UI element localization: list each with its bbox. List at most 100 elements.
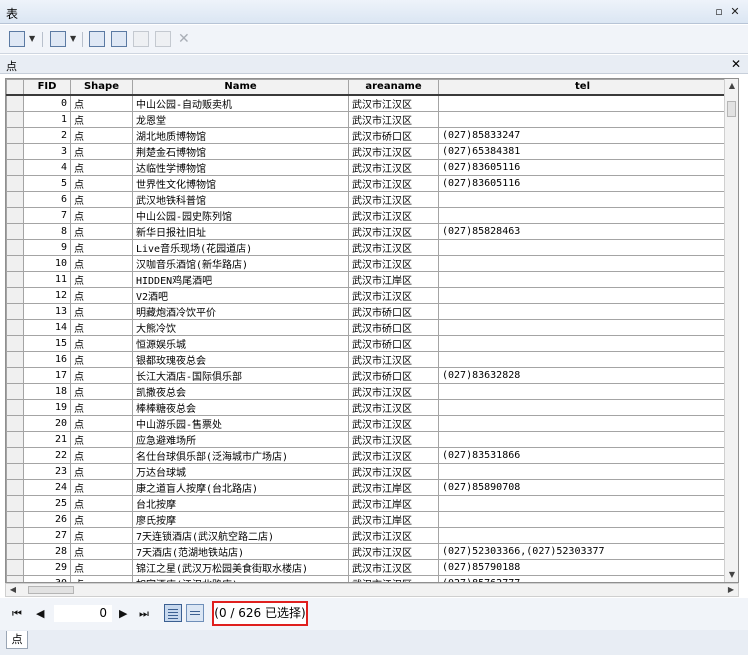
cell-tel[interactable] (438, 414, 727, 432)
cell-areaname[interactable]: 武汉市江汉区 (348, 238, 439, 256)
cell-tel[interactable] (438, 494, 727, 512)
cell-tel[interactable]: (027)83605116 (438, 174, 727, 192)
cell-shape[interactable]: 点 (70, 430, 133, 448)
table-row[interactable]: 18 点凯撒夜总会 武汉市江汉区 (6, 382, 727, 400)
table-row[interactable]: 30点如家酒店(江汉北路店)武汉市江汉区(027)85762777 (6, 574, 727, 582)
delete-selected-icon[interactable]: ✕ (178, 31, 190, 47)
cell-tel[interactable] (438, 206, 727, 224)
row-selector[interactable] (6, 318, 24, 336)
table-row[interactable]: 4 点达临性学博物馆 武汉市江汉区 (027)83605116 (6, 158, 727, 176)
table-row[interactable]: 1 点龙恩堂 武汉市江汉区 (6, 110, 727, 128)
scroll-left-icon[interactable]: ◀ (6, 584, 20, 596)
scroll-down-icon[interactable]: ▼ (725, 568, 738, 582)
cell-areaname[interactable]: 武汉市硚口区 (348, 126, 439, 144)
next-record-icon[interactable]: ▶ (119, 607, 127, 620)
cell-name[interactable]: 明藏炮酒冷饮平价 (132, 302, 349, 320)
row-selector[interactable] (6, 494, 24, 512)
cell-areaname[interactable]: 武汉市江汉区 (348, 206, 439, 224)
table-row[interactable]: 8 点新华日报社旧址 武汉市江汉区 (027)85828463 (6, 222, 727, 240)
scroll-up-icon[interactable]: ▲ (725, 79, 738, 93)
row-selector[interactable] (6, 222, 24, 240)
cell-fid[interactable]: 1 (23, 110, 71, 128)
cell-fid[interactable]: 8 (23, 222, 71, 240)
cell-areaname[interactable]: 武汉市江汉区 (348, 414, 439, 432)
select-by-attributes-icon[interactable] (89, 31, 105, 47)
cell-fid[interactable]: 25 (23, 494, 71, 512)
cell-tel[interactable] (438, 318, 727, 336)
row-selector[interactable] (6, 334, 24, 352)
cell-areaname[interactable]: 武汉市江岸区 (348, 494, 439, 512)
cell-name[interactable]: 湖北地质博物馆 (132, 126, 349, 144)
cell-tel[interactable]: (027)85762777 (438, 574, 727, 582)
restore-icon[interactable]: ▫ (713, 6, 725, 18)
vertical-scroll-thumb[interactable] (727, 101, 736, 117)
cell-tel[interactable] (438, 430, 727, 448)
table-row[interactable]: 6 点武汉地铁科普馆 武汉市江汉区 (6, 190, 727, 208)
column-header-shape[interactable]: Shape (70, 79, 133, 96)
cell-tel[interactable]: (027)83531866 (438, 446, 727, 464)
table-row[interactable]: 2 点湖北地质博物馆 武汉市硚口区 (027)85833247 (6, 126, 727, 144)
table-row[interactable]: 17 点长江大酒店-国际俱乐部 武汉市硚口区 (027)83632828 (6, 366, 727, 384)
cell-tel[interactable] (438, 190, 727, 208)
cell-name[interactable]: 7天酒店(范湖地铁站店) (132, 542, 349, 560)
cell-name[interactable]: 棒棒糖夜总会 (132, 398, 349, 416)
related-tables-icon[interactable] (50, 31, 66, 47)
cell-areaname[interactable]: 武汉市江汉区 (348, 446, 439, 464)
cell-areaname[interactable]: 武汉市江岸区 (348, 478, 439, 496)
cell-shape[interactable]: 点 (70, 174, 133, 192)
cell-shape[interactable]: 点 (70, 366, 133, 384)
cell-shape[interactable]: 点 (70, 494, 133, 512)
cell-shape[interactable]: 点 (70, 110, 133, 128)
switch-selection-icon[interactable] (111, 31, 127, 47)
cell-tel[interactable] (438, 94, 727, 112)
cell-tel[interactable] (438, 302, 727, 320)
cell-fid[interactable]: 13 (23, 302, 71, 320)
cell-tel[interactable]: (027)85833247 (438, 126, 727, 144)
cell-fid[interactable]: 19 (23, 398, 71, 416)
cell-fid[interactable]: 5 (23, 174, 71, 192)
cell-fid[interactable]: 22 (23, 446, 71, 464)
cell-shape[interactable]: 点 (70, 158, 133, 176)
table-row[interactable]: 25 点台北按摩 武汉市江岸区 (6, 494, 727, 512)
row-selector[interactable] (6, 190, 24, 208)
cell-shape[interactable]: 点 (70, 222, 133, 240)
cell-shape[interactable]: 点 (70, 238, 133, 256)
table-row[interactable]: 3 点荆楚金石博物馆 武汉市江汉区 (027)65384381 (6, 142, 727, 160)
cell-name[interactable]: 长江大酒店-国际俱乐部 (132, 366, 349, 384)
last-record-icon[interactable]: ⏭ (139, 607, 149, 620)
cell-fid[interactable]: 9 (23, 238, 71, 256)
cell-name[interactable]: HIDDEN鸡尾酒吧 (132, 270, 349, 288)
cell-fid[interactable]: 21 (23, 430, 71, 448)
cell-fid[interactable]: 3 (23, 142, 71, 160)
row-selector[interactable] (6, 478, 24, 496)
cell-fid[interactable]: 24 (23, 478, 71, 496)
cell-areaname[interactable]: 武汉市江汉区 (348, 190, 439, 208)
cell-name[interactable]: 凯撒夜总会 (132, 382, 349, 400)
cell-shape[interactable]: 点 (70, 254, 133, 272)
cell-tel[interactable] (438, 334, 727, 352)
vertical-scrollbar[interactable]: ▲ ▼ (724, 79, 738, 582)
cell-name[interactable]: 应急避难场所 (132, 430, 349, 448)
table-row[interactable]: 29 点锦江之星(武汉万松园美食街取水楼店) 武汉市江汉区 (027)85790188 (6, 558, 727, 576)
cell-name[interactable]: 荆楚金石博物馆 (132, 142, 349, 160)
cell-shape[interactable]: 点 (70, 142, 133, 160)
column-header-name[interactable]: Name (132, 79, 349, 96)
cell-tel[interactable]: (027)83605116 (438, 158, 727, 176)
table-row[interactable]: 27 点 7天连锁酒店(武汉航空路二店) 武汉市江汉区 (6, 526, 727, 544)
cell-areaname[interactable]: 武汉市江汉区 (348, 574, 439, 582)
previous-record-icon[interactable]: ◀ (36, 607, 44, 620)
bottom-layer-tab[interactable]: 点 (6, 631, 28, 649)
table-row[interactable]: 7 点中山公园-园史陈列馆 武汉市江汉区 (6, 206, 727, 224)
zoom-to-selected-icon[interactable] (155, 31, 171, 47)
row-selector[interactable] (6, 110, 24, 128)
cell-shape[interactable]: 点 (70, 286, 133, 304)
row-selector[interactable] (6, 462, 24, 480)
cell-fid[interactable]: 14 (23, 318, 71, 336)
table-row[interactable]: 22 点名仕台球俱乐部(泛海城市广场店) 武汉市江汉区 (027)83531866 (6, 446, 727, 464)
cell-tel[interactable]: (027)52303366,(027)52303377 (438, 542, 727, 560)
row-selector[interactable] (6, 254, 24, 272)
row-selector[interactable] (6, 382, 24, 400)
cell-shape[interactable]: 点 (70, 206, 133, 224)
cell-shape[interactable]: 点 (70, 398, 133, 416)
cell-shape[interactable]: 点 (70, 446, 133, 464)
